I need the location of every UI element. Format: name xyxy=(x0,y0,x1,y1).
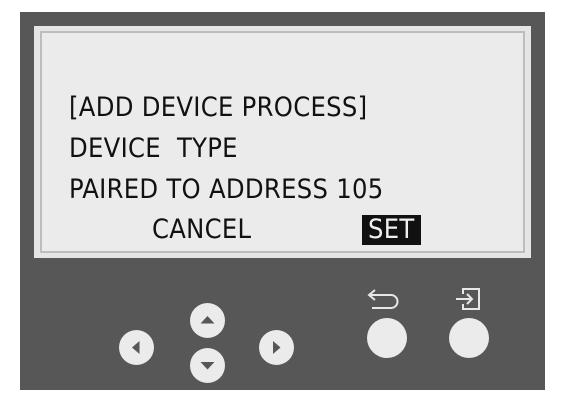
back-button[interactable] xyxy=(367,318,407,358)
enter-button[interactable] xyxy=(449,318,489,358)
lcd-screen: [ADD DEVICE PROCESS] DEVICE TYPE PAIRED … xyxy=(40,31,525,253)
set-option[interactable]: SET xyxy=(362,215,421,245)
lcd-frame: [ADD DEVICE PROCESS] DEVICE TYPE PAIRED … xyxy=(34,26,531,258)
up-button[interactable] xyxy=(190,303,225,338)
device-type-line: DEVICE TYPE xyxy=(69,133,238,164)
enter-icon xyxy=(456,288,480,310)
down-arrow-icon xyxy=(200,362,215,370)
address-line: PAIRED TO ADDRESS 105 xyxy=(69,174,384,205)
up-arrow-icon xyxy=(200,316,215,324)
process-title: [ADD DEVICE PROCESS] xyxy=(69,92,368,123)
back-icon xyxy=(367,289,399,309)
left-arrow-icon xyxy=(132,341,140,354)
right-button[interactable] xyxy=(259,330,294,365)
right-arrow-icon xyxy=(273,341,281,354)
down-button[interactable] xyxy=(190,348,225,383)
cancel-option[interactable]: CANCEL xyxy=(152,213,251,247)
left-button[interactable] xyxy=(119,330,154,365)
